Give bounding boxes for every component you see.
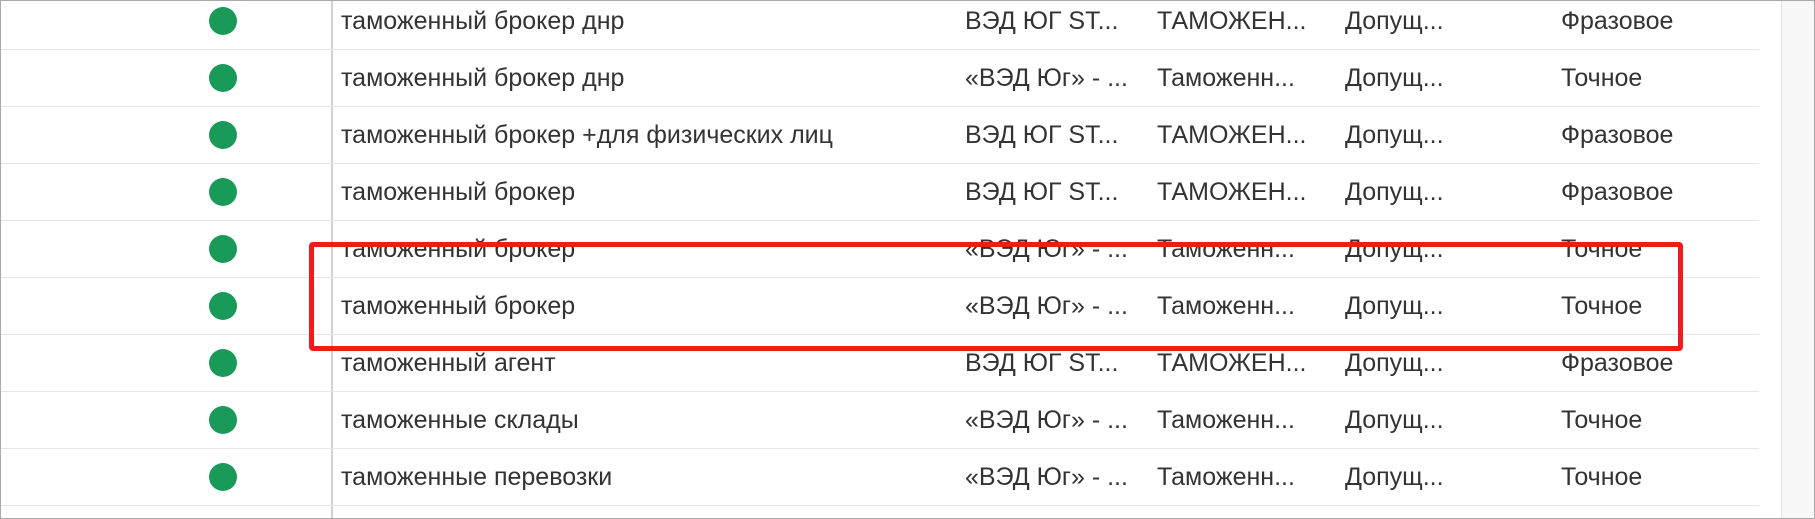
campaign-cell: ВЭД ЮГ ST... (965, 7, 1119, 35)
campaign-cell: «ВЭД Юг» - ... (965, 406, 1128, 434)
ad-group-cell: ТАМОЖЕН... (1157, 7, 1307, 35)
match-type-cell: Точное (1561, 406, 1643, 434)
campaign-cell: «ВЭД Юг» - ... (965, 463, 1128, 491)
table-row[interactable]: таможенный брокер днр ВЭД ЮГ ST... ТАМОЖ… (1, 1, 1759, 50)
status-active-icon (209, 7, 237, 35)
ad-group-cell: ТАМОЖЕН... (1157, 178, 1307, 206)
ad-group-cell: Таможенн... (1157, 292, 1295, 320)
match-type-cell: Фразовое (1561, 349, 1674, 377)
moderation-status-cell: Допущ... (1345, 7, 1444, 35)
match-type-cell: Точное (1561, 64, 1643, 92)
moderation-status-cell: Допущ... (1345, 64, 1444, 92)
table-row[interactable]: таможенный брокер днр «ВЭД Юг» - ... Там… (1, 50, 1759, 107)
match-type-cell: Точное (1561, 292, 1643, 320)
moderation-status-cell: Допущ... (1345, 349, 1444, 377)
keyword-phrase-cell: таможенный брокер (341, 178, 576, 206)
moderation-status-cell: Допущ... (1345, 406, 1444, 434)
table-row[interactable]: таможенные перевозки «ВЭД Юг» - ... Тамо… (1, 449, 1759, 506)
status-active-icon (209, 178, 237, 206)
moderation-status-cell: Допущ... (1345, 292, 1444, 320)
match-type-cell: Фразовое (1561, 178, 1674, 206)
table-row[interactable]: таможенный брокер +для физических лиц ВЭ… (1, 107, 1759, 164)
keyword-phrase-cell: таможенный брокер (341, 235, 576, 263)
table-row[interactable]: таможенные склады «ВЭД Юг» - ... Таможен… (1, 392, 1759, 449)
keyword-phrase-cell: таможенный брокер (341, 292, 576, 320)
status-active-icon (209, 349, 237, 377)
ad-group-cell: Таможенн... (1157, 463, 1295, 491)
status-active-icon (209, 235, 237, 263)
campaign-cell: «ВЭД Юг» - ... (965, 235, 1128, 263)
table-row[interactable]: таможенный брокер ВЭД ЮГ ST... ТАМОЖЕН..… (1, 164, 1759, 221)
status-active-icon (209, 121, 237, 149)
keyword-phrase-cell: таможенный агент (341, 349, 556, 377)
campaign-cell: «ВЭД Юг» - ... (965, 292, 1128, 320)
ad-group-cell: ТАМОЖЕН... (1157, 349, 1307, 377)
campaign-cell: ВЭД ЮГ ST... (965, 349, 1119, 377)
status-active-icon (209, 292, 237, 320)
moderation-status-cell: Допущ... (1345, 235, 1444, 263)
table-row[interactable]: таможенный брокер «ВЭД Юг» - ... Таможен… (1, 278, 1759, 335)
match-type-cell: Фразовое (1561, 121, 1674, 149)
campaign-cell: ВЭД ЮГ ST... (965, 178, 1119, 206)
keywords-table-frame: таможенный брокер днр ВЭД ЮГ ST... ТАМОЖ… (0, 0, 1815, 519)
keyword-phrase-cell: таможенные склады (341, 406, 579, 434)
match-type-cell: Фразовое (1561, 7, 1674, 35)
match-type-cell: Точное (1561, 235, 1643, 263)
table-row[interactable]: таможенный агент ВЭД ЮГ ST... ТАМОЖЕН...… (1, 335, 1759, 392)
status-active-icon (209, 463, 237, 491)
keywords-table: таможенный брокер днр ВЭД ЮГ ST... ТАМОЖ… (1, 1, 1759, 518)
keyword-phrase-cell: таможенный брокер днр (341, 7, 625, 35)
ad-group-cell: ТАМОЖЕН... (1157, 121, 1307, 149)
keyword-phrase-cell: таможенные перевозки (341, 463, 613, 491)
keyword-phrase-cell: таможенный брокер днр (341, 64, 625, 92)
status-active-icon (209, 406, 237, 434)
moderation-status-cell: Допущ... (1345, 463, 1444, 491)
table-row[interactable]: таможенный брокер «ВЭД Юг» - ... Таможен… (1, 221, 1759, 278)
moderation-status-cell: Допущ... (1345, 121, 1444, 149)
match-type-cell: Точное (1561, 463, 1643, 491)
keyword-phrase-cell: таможенный брокер +для физических лиц (341, 121, 833, 149)
campaign-cell: «ВЭД Юг» - ... (965, 64, 1128, 92)
moderation-status-cell: Допущ... (1345, 178, 1444, 206)
status-active-icon (209, 64, 237, 92)
ad-group-cell: Таможенн... (1157, 406, 1295, 434)
vertical-scrollbar[interactable] (1781, 1, 1814, 518)
ad-group-cell: Таможенн... (1157, 235, 1295, 263)
campaign-cell: ВЭД ЮГ ST... (965, 121, 1119, 149)
ad-group-cell: Таможенн... (1157, 64, 1295, 92)
